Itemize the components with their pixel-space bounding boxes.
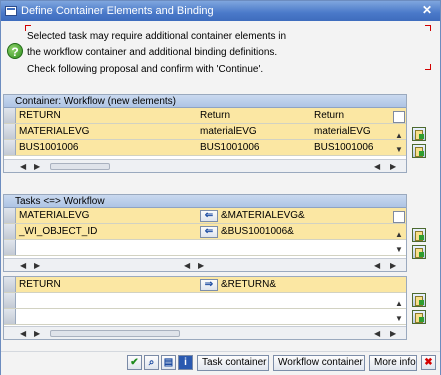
scroll-right-icon[interactable]: ▶ — [390, 162, 396, 171]
element-name: MATERIALEVG — [19, 126, 90, 137]
scroll-left-icon[interactable]: ◀ — [20, 261, 26, 270]
message-line-3: Check following proposal and confirm wit… — [27, 64, 264, 75]
trash-icon[interactable]: ▤ — [161, 355, 176, 370]
element-name: RETURN — [19, 110, 61, 121]
task-element: MATERIALEVG — [19, 210, 90, 221]
message-area: ? Selected task may require additional c… — [1, 23, 440, 83]
scroll-down-icon[interactable]: ▼ — [393, 145, 405, 154]
container-table-header: Container: Workflow (new elements) — [4, 95, 406, 108]
element-short-text: BUS1001006 — [314, 142, 374, 153]
task-element: RETURN — [19, 279, 61, 290]
scroll-right-icon[interactable]: ▶ — [34, 329, 40, 338]
row-selector[interactable] — [4, 309, 16, 324]
dialog-window: Define Container Elements and Binding ✕ … — [0, 0, 441, 375]
scroll-up-icon[interactable]: ▲ — [393, 299, 405, 308]
find-icon[interactable]: ⌕ — [144, 355, 159, 370]
element-description: materialEVG — [200, 126, 257, 137]
window-icon — [5, 6, 17, 16]
table-row[interactable]: _WI_OBJECT_ID ⇐ &BUS1001006& — [4, 224, 406, 240]
check-icon[interactable]: ✔ — [127, 355, 142, 370]
workflow-container-button[interactable]: Workflow container — [273, 355, 365, 371]
row-selector[interactable] — [4, 124, 16, 139]
row-selector[interactable] — [4, 108, 16, 123]
element-short-text: materialEVG — [314, 126, 371, 137]
scroll-left-icon[interactable]: ◀ — [374, 162, 380, 171]
scroll-left-icon[interactable]: ◀ — [184, 261, 190, 270]
table-row[interactable]: RETURN ⇒ &RETURN& — [4, 277, 406, 293]
scroll-left-icon[interactable]: ◀ — [374, 329, 380, 338]
question-icon: ? — [7, 43, 23, 59]
scroll-right-icon[interactable]: ▶ — [34, 261, 40, 270]
scroll-right-icon[interactable]: ▶ — [34, 162, 40, 171]
table-row[interactable]: MATERIALEVG materialEVG materialEVG — [4, 124, 406, 140]
row-selector[interactable] — [4, 240, 16, 255]
scroll-right-icon[interactable]: ▶ — [198, 261, 204, 270]
close-icon[interactable]: ✕ — [420, 4, 434, 17]
row-selector[interactable] — [4, 224, 16, 239]
delete-row-icon[interactable] — [412, 245, 426, 259]
left-arrow-icon[interactable]: ⇐ — [200, 210, 218, 222]
delete-row-icon[interactable] — [412, 144, 426, 158]
insert-row-icon[interactable] — [412, 228, 426, 242]
horizontal-scrollbar[interactable]: ◀ ▶ ◀ ▶ ◀ ▶ — [4, 258, 406, 271]
container-table: Container: Workflow (new elements) RETUR… — [3, 94, 407, 173]
table-row[interactable]: MATERIALEVG ⇐ &MATERIALEVG& — [4, 208, 406, 224]
row-selector[interactable] — [4, 140, 16, 155]
insert-row-icon[interactable] — [412, 127, 426, 141]
return-binding-table: RETURN ⇒ &RETURN& ◀ ▶ ◀ ▶ — [3, 276, 407, 340]
table-row[interactable]: BUS1001006 BUS1001006 BUS1001006 — [4, 140, 406, 156]
scrollbar-thumb[interactable] — [50, 163, 110, 170]
horizontal-scrollbar[interactable]: ◀ ▶ ◀ ▶ — [4, 326, 406, 339]
row-selector[interactable] — [4, 277, 16, 292]
delete-row-icon[interactable] — [412, 310, 426, 324]
task-container-button[interactable]: Task container — [197, 355, 269, 371]
title-bar: Define Container Elements and Binding ✕ — [1, 1, 440, 21]
scroll-right-icon[interactable]: ▶ — [390, 261, 396, 270]
table-row[interactable]: RETURN Return Return — [4, 108, 406, 124]
horizontal-scrollbar[interactable]: ◀ ▶ ◀ ▶ — [4, 159, 406, 172]
element-short-text: Return — [314, 110, 345, 121]
left-arrow-icon[interactable]: ⇐ — [200, 226, 218, 238]
scrollbar-thumb[interactable] — [50, 330, 180, 337]
binding-table: Tasks <=> Workflow MATERIALEVG ⇐ &MATERI… — [3, 194, 407, 272]
message-corner-mark — [425, 25, 431, 31]
workflow-expression: &MATERIALEVG& — [221, 210, 305, 221]
cancel-icon[interactable]: ✖ — [421, 355, 436, 370]
element-description: Return — [200, 110, 231, 121]
select-all-checkbox[interactable] — [393, 111, 405, 123]
more-info-button[interactable]: More info — [369, 355, 417, 371]
workflow-expression: &RETURN& — [221, 279, 277, 290]
scroll-up-icon[interactable]: ▲ — [393, 230, 405, 239]
message-line-2: the workflow container and additional bi… — [27, 47, 278, 58]
element-name: BUS1001006 — [19, 142, 79, 153]
scroll-left-icon[interactable]: ◀ — [374, 261, 380, 270]
info-icon[interactable]: i — [178, 355, 193, 370]
scroll-left-icon[interactable]: ◀ — [20, 329, 26, 338]
table-row[interactable] — [4, 240, 406, 256]
element-description: BUS1001006 — [200, 142, 260, 153]
scroll-up-icon[interactable]: ▲ — [393, 131, 405, 140]
select-all-checkbox[interactable] — [393, 211, 405, 223]
scroll-left-icon[interactable]: ◀ — [20, 162, 26, 171]
workflow-expression: &BUS1001006& — [221, 226, 294, 237]
message-corner-mark — [425, 64, 431, 70]
table-row[interactable] — [4, 309, 406, 325]
binding-table-header: Tasks <=> Workflow — [4, 195, 406, 208]
row-selector[interactable] — [4, 293, 16, 308]
row-selector[interactable] — [4, 208, 16, 223]
scroll-down-icon[interactable]: ▼ — [393, 245, 405, 254]
right-arrow-icon[interactable]: ⇒ — [200, 279, 218, 291]
message-line-1: Selected task may require additional con… — [27, 31, 287, 42]
scroll-down-icon[interactable]: ▼ — [393, 314, 405, 323]
task-element: _WI_OBJECT_ID — [19, 226, 98, 237]
table-row[interactable] — [4, 293, 406, 309]
scroll-right-icon[interactable]: ▶ — [390, 329, 396, 338]
window-title: Define Container Elements and Binding — [21, 5, 214, 17]
insert-row-icon[interactable] — [412, 293, 426, 307]
bottom-toolbar: ✔ ⌕ ▤ i Task container Workflow containe… — [1, 351, 440, 375]
